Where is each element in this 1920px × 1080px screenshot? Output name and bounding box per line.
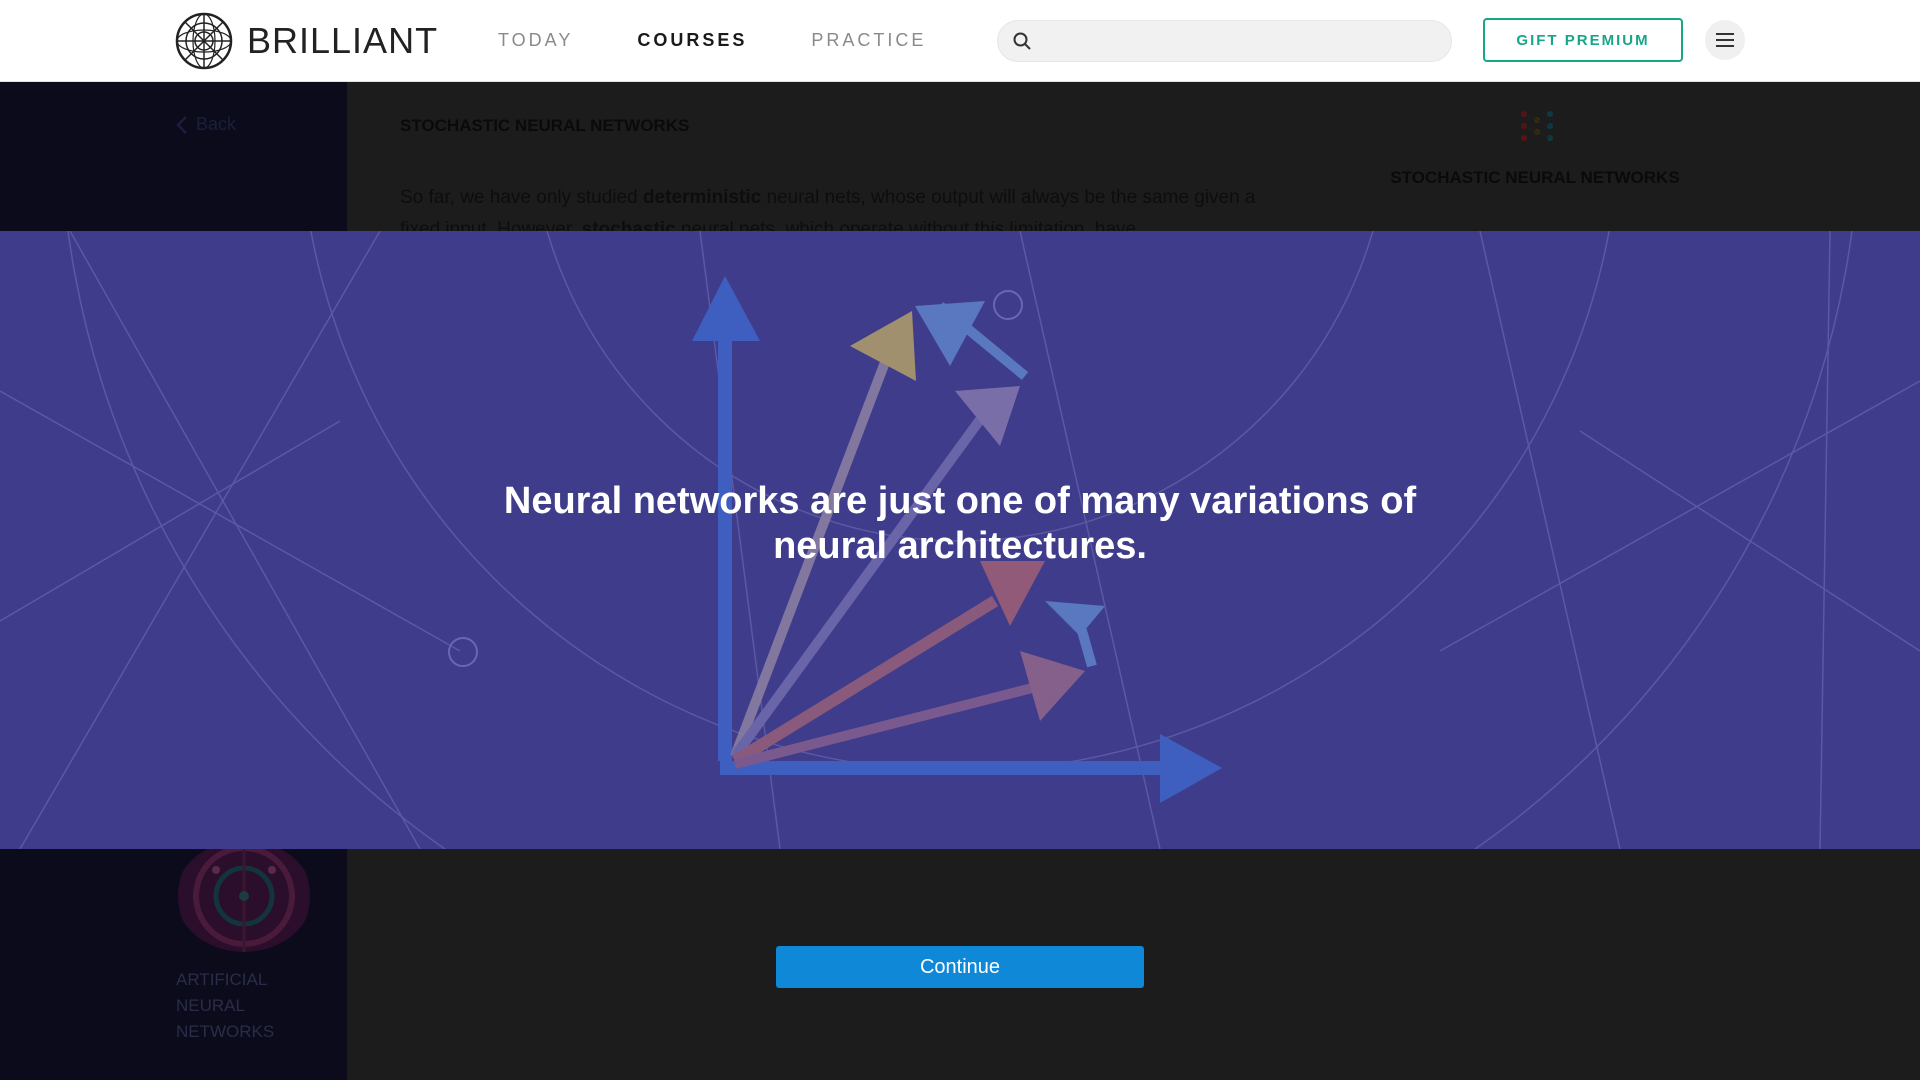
gift-premium-button[interactable]: GIFT PREMIUM <box>1483 18 1683 62</box>
logo-text: BRILLIANT <box>247 20 439 61</box>
back-link[interactable]: Back <box>176 114 236 135</box>
top-header: BRILLIANT TODAY COURSES PRACTICE GIFT PR… <box>0 0 1920 82</box>
course-badge-icon[interactable] <box>176 840 312 952</box>
brilliant-logo-icon <box>175 12 233 70</box>
para-term-deterministic: deterministic <box>642 187 762 208</box>
hamburger-menu-icon[interactable] <box>1705 20 1745 60</box>
nav-today[interactable]: TODAY <box>498 30 573 51</box>
search-input[interactable] <box>1042 32 1442 50</box>
lesson-title: STOCHASTIC NEURAL NETWORKS <box>400 116 690 135</box>
back-label: Back <box>196 114 237 134</box>
search-bar[interactable] <box>997 20 1452 62</box>
chapter-title: STOCHASTIC NEURAL NETWORKS <box>1390 168 1680 187</box>
course-name: ARTIFICIAL NEURAL NETWORKS <box>176 970 275 1041</box>
brilliant-logo[interactable]: BRILLIANT <box>175 12 438 70</box>
continue-button[interactable]: Continue <box>776 946 1144 988</box>
para-text-1: So far, we have only studied <box>400 187 643 208</box>
chevron-left-icon <box>176 115 187 134</box>
banner-message: Neural networks are just one of many var… <box>503 480 1417 567</box>
chapter-network-icon <box>1521 111 1553 141</box>
interstitial-banner: Neural networks are just one of many var… <box>0 231 1920 849</box>
nav-courses[interactable]: COURSES <box>637 30 747 51</box>
nav-practice[interactable]: PRACTICE <box>811 30 926 51</box>
main-nav: TODAY COURSES PRACTICE <box>498 30 926 51</box>
search-icon <box>1013 32 1031 50</box>
